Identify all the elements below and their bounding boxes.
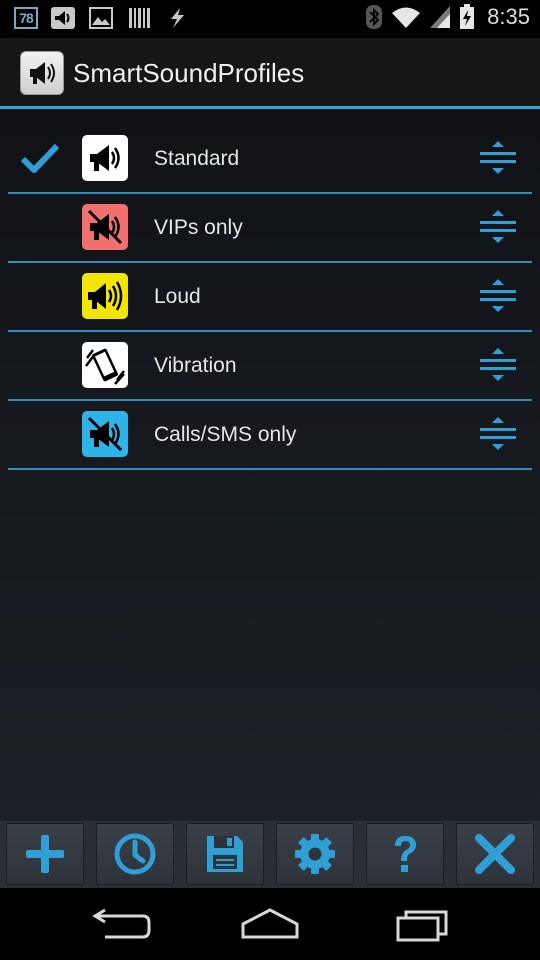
profile-icon — [82, 273, 128, 319]
save-button[interactable] — [186, 823, 264, 885]
close-icon — [475, 834, 515, 874]
profile-label: Loud — [154, 285, 201, 308]
megaphone-muted-icon — [87, 416, 123, 452]
barcode-icon — [129, 8, 150, 28]
list-item[interactable]: Loud — [8, 263, 532, 332]
list-item[interactable]: VIPs only — [8, 194, 532, 263]
home-icon[interactable] — [235, 906, 305, 946]
wifi-icon — [392, 7, 421, 28]
add-icon — [26, 835, 64, 873]
settings-button[interactable] — [276, 823, 354, 885]
drag-handle-icon[interactable] — [478, 346, 518, 384]
list-item[interactable]: Vibration — [8, 332, 532, 401]
status-bar: 78 8:35 — [0, 0, 540, 38]
drag-handle-icon[interactable] — [478, 208, 518, 246]
profile-icon — [82, 135, 128, 181]
megaphone-muted-icon — [87, 209, 123, 245]
help-button[interactable] — [366, 823, 444, 885]
profile-label: Vibration — [154, 354, 237, 377]
exit-button[interactable] — [456, 823, 534, 885]
image-icon — [89, 7, 113, 29]
recents-icon[interactable] — [388, 906, 458, 946]
schedule-button[interactable] — [96, 823, 174, 885]
megaphone-icon — [90, 145, 120, 171]
profile-list-area: Standard VIPs only Loud Vibration Calls/… — [0, 109, 540, 821]
list-item[interactable]: Calls/SMS only — [8, 401, 532, 470]
checkmark-icon — [20, 143, 60, 173]
help-icon — [395, 836, 416, 872]
profile-icon — [82, 411, 128, 457]
profile-label: Standard — [154, 147, 240, 170]
megaphone-loud-icon — [88, 281, 123, 311]
app-title: SmartSoundProfiles — [73, 58, 305, 88]
profile-list: Standard VIPs only Loud Vibration Calls/… — [8, 125, 532, 470]
clock-icon — [114, 833, 156, 875]
battery-charging-icon — [460, 4, 475, 29]
system-nav-bar — [0, 888, 540, 960]
profile-label: VIPs only — [154, 216, 243, 239]
vibrate-phone-icon — [85, 348, 125, 385]
action-bar: SmartSoundProfiles — [0, 38, 540, 106]
add-button[interactable] — [6, 823, 84, 885]
bottom-toolbar — [0, 821, 540, 888]
profile-icon — [82, 204, 128, 250]
drag-handle-icon[interactable] — [478, 415, 518, 453]
clock-time: 8:35 — [487, 4, 530, 29]
back-icon[interactable] — [85, 906, 155, 946]
settings-gear-icon — [295, 834, 335, 874]
drag-handle-icon[interactable] — [478, 139, 518, 177]
speaker-icon — [51, 7, 75, 29]
save-icon — [207, 836, 243, 872]
list-item[interactable]: Standard — [8, 125, 532, 194]
app-icon[interactable] — [20, 51, 64, 95]
profile-label: Calls/SMS only — [154, 423, 297, 446]
megaphone-icon — [30, 62, 55, 84]
notification-badge: 78 — [14, 7, 38, 29]
drag-handle-icon[interactable] — [478, 277, 518, 315]
profile-icon — [82, 342, 128, 388]
signal-icon — [430, 6, 451, 28]
flash-icon — [171, 8, 184, 28]
bluetooth-icon — [366, 5, 383, 29]
